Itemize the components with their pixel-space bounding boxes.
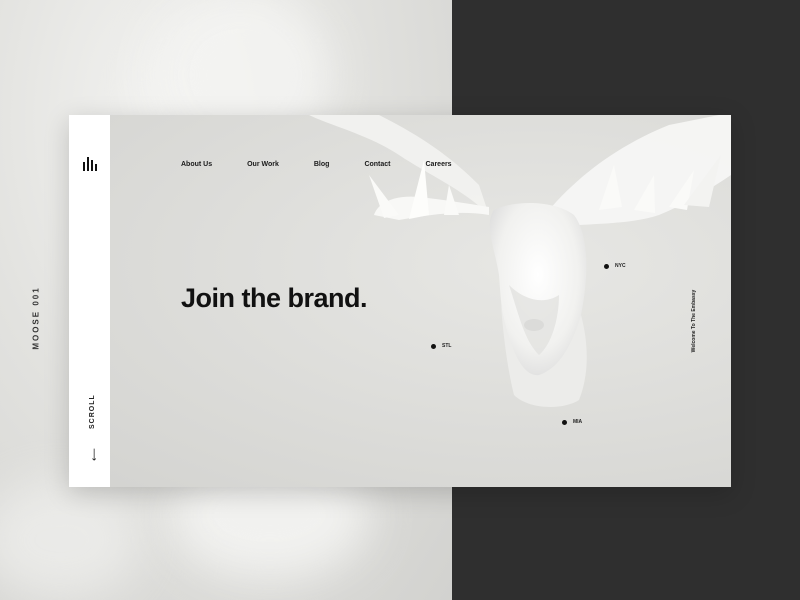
side-label: MOOSE 001: [31, 286, 41, 350]
marker-dot: [562, 419, 567, 425]
vertical-tagline: Welcome To The Embassy: [691, 289, 697, 353]
marker-dot: [431, 343, 436, 349]
marker-label: STL: [442, 343, 452, 349]
hero-card: SCROLL ⟵ About Us Our Work Blog Contact …: [69, 115, 731, 487]
blurred-shape: [0, 480, 140, 600]
bars-logo-icon[interactable]: [82, 155, 98, 171]
nav-item-our-work[interactable]: Our Work: [247, 161, 279, 168]
left-sidebar: SCROLL ⟵: [69, 115, 110, 487]
location-marker-stl[interactable]: STL: [431, 343, 451, 349]
scroll-label: SCROLL: [89, 394, 96, 429]
hero-headline: Join the brand.: [181, 283, 368, 313]
marker-label: MIA: [573, 419, 583, 425]
nav-item-careers[interactable]: Careers: [426, 161, 452, 168]
nav-item-contact[interactable]: Contact: [364, 161, 390, 168]
arrow-left-icon: ⟵: [88, 448, 99, 461]
location-marker-nyc[interactable]: NYC: [604, 263, 626, 269]
main-nav: About Us Our Work Blog Contact Careers: [181, 161, 487, 168]
nav-item-blog[interactable]: Blog: [314, 161, 330, 168]
marker-dot: [604, 263, 609, 269]
marker-label: NYC: [615, 263, 626, 269]
location-marker-mia[interactable]: MIA: [562, 419, 582, 425]
nav-item-about-us[interactable]: About Us: [181, 161, 212, 168]
